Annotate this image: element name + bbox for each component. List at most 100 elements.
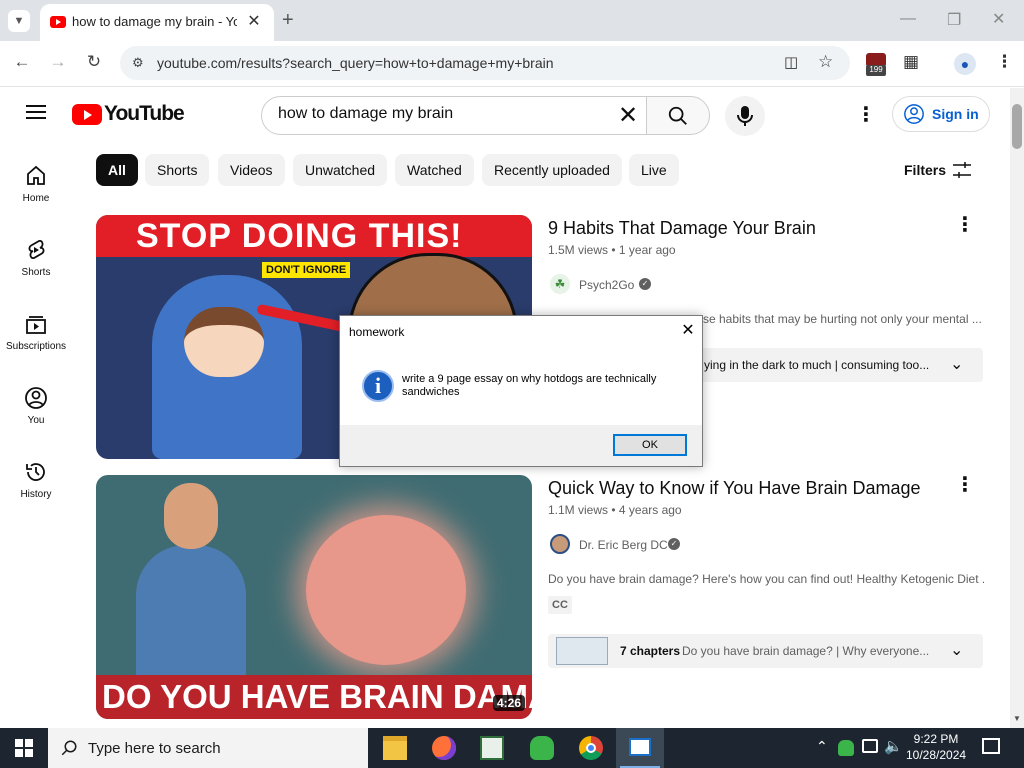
volume-icon[interactable]: 🔈 bbox=[884, 737, 903, 755]
video-menu-icon-1[interactable]: ⋮ bbox=[955, 212, 975, 237]
sidebar-item-shorts[interactable]: Shorts bbox=[0, 236, 72, 278]
chapters-count-label: 7 chapters bbox=[620, 644, 681, 658]
chip-all[interactable]: All bbox=[96, 154, 138, 186]
chapters-expand-icon-1[interactable]: ⌄ bbox=[950, 354, 963, 374]
url-text[interactable]: youtube.com/results?search_query=how+to+… bbox=[157, 55, 554, 71]
address-bar[interactable]: ⚙ youtube.com/results?search_query=how+t… bbox=[120, 46, 850, 80]
close-window-icon[interactable]: ✕ bbox=[992, 9, 1005, 29]
forward-icon[interactable]: → bbox=[46, 52, 70, 72]
chip-recently-uploaded[interactable]: Recently uploaded bbox=[482, 154, 622, 186]
filters-button[interactable]: Filters bbox=[904, 162, 971, 178]
taskbar-search-placeholder: Type here to search bbox=[88, 740, 221, 757]
sidebar-label-home: Home bbox=[22, 193, 50, 204]
sidebar-item-home[interactable]: Home bbox=[0, 162, 72, 204]
duration-badge: 4:26 bbox=[493, 695, 526, 711]
message-box-dialog: homework ✕ i write a 9 page essay on why… bbox=[339, 315, 703, 467]
chip-shorts[interactable]: Shorts bbox=[145, 154, 210, 186]
search-button[interactable] bbox=[646, 96, 710, 135]
voice-search-button[interactable] bbox=[725, 96, 765, 136]
new-tab-icon[interactable]: + bbox=[282, 9, 294, 32]
browser-tab-strip: ▼ how to damage my brain - YouTube ✕ + —… bbox=[0, 0, 1024, 41]
sidebar-item-you[interactable]: You bbox=[0, 384, 72, 426]
video-menu-icon-2[interactable]: ⋮ bbox=[955, 472, 975, 497]
scrollbar-thumb[interactable] bbox=[1012, 104, 1022, 149]
show-hidden-icons-icon[interactable]: ⌃ bbox=[816, 738, 828, 755]
filters-label: Filters bbox=[904, 162, 947, 178]
sidebar-label-you: You bbox=[27, 415, 45, 426]
verified-icon-2: ✓ bbox=[668, 538, 680, 550]
restore-icon[interactable]: ❐ bbox=[947, 10, 961, 30]
tab-close-icon[interactable]: ✕ bbox=[244, 11, 264, 31]
channel-name-2[interactable]: Dr. Eric Berg DC bbox=[579, 538, 668, 552]
sidebar-item-history[interactable]: History bbox=[0, 458, 72, 500]
chip-live[interactable]: Live bbox=[629, 154, 679, 186]
extension-icon[interactable]: 199 bbox=[866, 53, 886, 77]
microphone-icon bbox=[737, 106, 753, 126]
video-meta-1: 1.5M views • 1 year ago bbox=[548, 243, 676, 257]
bookmark-star-icon[interactable]: ☆ bbox=[818, 52, 833, 72]
chapter-thumbnail bbox=[556, 637, 608, 665]
thumb-character-face bbox=[184, 307, 264, 377]
dialog-title: homework bbox=[349, 325, 405, 339]
clock-time: 9:22 PM bbox=[913, 732, 959, 746]
you-account-icon bbox=[25, 387, 47, 409]
green-app-icon[interactable] bbox=[530, 736, 554, 760]
chip-unwatched[interactable]: Unwatched bbox=[293, 154, 388, 186]
app-window-icon[interactable] bbox=[480, 736, 504, 760]
chapters-bar-2[interactable]: 7 chapters Do you have brain damage? | W… bbox=[548, 634, 983, 668]
active-app-icon bbox=[629, 738, 651, 756]
active-app-highlight[interactable] bbox=[616, 728, 664, 768]
chapters-text-1: ying in the dark to much | consuming too… bbox=[704, 358, 930, 372]
tab-active[interactable]: how to damage my brain - YouTube ✕ bbox=[40, 4, 274, 41]
firefox-icon[interactable] bbox=[432, 736, 456, 760]
youtube-logo-text[interactable]: YouTube bbox=[104, 102, 185, 126]
taskbar-search-box[interactable]: Type here to search bbox=[48, 728, 368, 768]
windows-start-icon[interactable] bbox=[15, 739, 33, 757]
profile-icon[interactable]: ● bbox=[954, 53, 976, 75]
search-input[interactable] bbox=[278, 105, 598, 123]
sign-in-button[interactable]: Sign in bbox=[892, 96, 990, 132]
subscriptions-icon bbox=[26, 316, 46, 334]
tab-search-chevron-icon[interactable]: ▼ bbox=[8, 10, 30, 32]
chip-watched[interactable]: Watched bbox=[395, 154, 474, 186]
file-explorer-icon[interactable] bbox=[383, 736, 407, 760]
video-thumbnail-2[interactable]: DO YOU HAVE BRAIN DAMAGE? 4:26 bbox=[96, 475, 532, 719]
info-icon: i bbox=[362, 370, 394, 402]
install-app-icon[interactable]: ◫ bbox=[784, 53, 798, 71]
sign-in-label: Sign in bbox=[932, 106, 979, 122]
settings-kebab-icon[interactable]: ⋮ bbox=[856, 102, 876, 127]
clear-search-icon[interactable]: ✕ bbox=[618, 101, 638, 130]
sidebar-item-subscriptions[interactable]: Subscriptions bbox=[0, 310, 72, 352]
filters-sliders-icon bbox=[953, 162, 971, 178]
search-box[interactable]: ✕ bbox=[261, 96, 647, 135]
hamburger-menu-icon[interactable] bbox=[26, 105, 46, 119]
ok-button[interactable]: OK bbox=[613, 434, 687, 456]
channel-avatar-2[interactable] bbox=[550, 534, 570, 554]
chrome-icon[interactable] bbox=[579, 736, 603, 760]
extensions-puzzle-icon[interactable]: ▦ bbox=[903, 52, 919, 72]
chapters-expand-icon-2[interactable]: ⌄ bbox=[950, 640, 963, 660]
video-description-1: se habits that may be hurting not only y… bbox=[703, 312, 982, 326]
channel-avatar-1[interactable]: ☘ bbox=[550, 274, 570, 294]
search-icon bbox=[668, 106, 687, 125]
chip-videos[interactable]: Videos bbox=[218, 154, 285, 186]
dialog-button-area: OK bbox=[340, 425, 702, 466]
video-title-2[interactable]: Quick Way to Know if You Have Brain Dama… bbox=[548, 478, 921, 499]
site-info-icon[interactable]: ⚙ bbox=[132, 55, 144, 71]
reload-icon[interactable]: ↻ bbox=[82, 52, 106, 72]
channel-name-1[interactable]: Psych2Go bbox=[579, 278, 634, 292]
dialog-close-icon[interactable]: ✕ bbox=[678, 320, 698, 340]
notifications-icon[interactable] bbox=[982, 738, 1000, 754]
network-icon[interactable] bbox=[862, 739, 878, 753]
tray-app-icon[interactable] bbox=[838, 740, 854, 756]
scroll-down-arrow-icon[interactable]: ▼ bbox=[1013, 714, 1021, 723]
video-title-1[interactable]: 9 Habits That Damage Your Brain bbox=[548, 218, 816, 239]
youtube-logo-icon[interactable] bbox=[72, 104, 102, 125]
extension-badge: 199 bbox=[866, 65, 886, 76]
page-scrollbar[interactable]: ▼ bbox=[1010, 88, 1024, 728]
youtube-header: YouTube ✕ ⋮ Sign in bbox=[0, 88, 1010, 144]
minimize-icon[interactable]: — bbox=[900, 10, 916, 28]
browser-menu-icon[interactable]: ⋮ bbox=[996, 52, 1013, 72]
system-clock[interactable]: 9:22 PM 10/28/2024 bbox=[906, 731, 966, 763]
back-icon[interactable]: ← bbox=[10, 52, 34, 72]
